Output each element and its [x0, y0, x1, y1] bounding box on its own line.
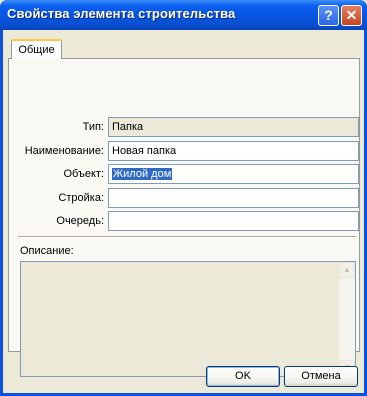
tab-general[interactable]: Общие — [11, 39, 62, 59]
description-textarea[interactable]: ▲ ▼ — [20, 261, 356, 377]
help-button[interactable]: ? — [318, 5, 339, 26]
type-label: Тип: — [82, 121, 104, 133]
construction-input[interactable] — [108, 188, 359, 208]
queue-input[interactable] — [108, 211, 359, 231]
help-icon: ? — [324, 7, 333, 23]
cancel-button[interactable]: Отмена — [284, 366, 358, 387]
tab-panel-general: Тип: Папка Наименование: Новая папка Объ… — [8, 58, 360, 377]
description-label: Описание: — [20, 245, 74, 257]
close-button[interactable]: ✕ — [341, 5, 362, 26]
object-value: Жилой дом — [112, 168, 173, 180]
object-input[interactable]: Жилой дом — [108, 164, 359, 184]
title-bar[interactable]: Свойства элемента строительства ? ✕ — [0, 0, 367, 30]
scroll-up-icon[interactable]: ▲ — [339, 262, 355, 278]
description-scrollbar[interactable]: ▲ ▼ — [339, 262, 355, 376]
construction-label: Стройка: — [58, 192, 104, 204]
dialog-window: Свойства элемента строительства ? ✕ Общи… — [0, 0, 367, 396]
name-value: Новая папка — [112, 145, 177, 157]
type-value: Папка — [112, 121, 144, 133]
close-icon: ✕ — [345, 7, 358, 23]
dialog-client-area: Общие Тип: Папка Наименование: Новая пап… — [3, 30, 364, 393]
queue-label: Очередь: — [56, 215, 104, 227]
name-input[interactable]: Новая папка — [108, 141, 359, 161]
separator — [18, 236, 356, 238]
ok-button[interactable]: OK — [206, 366, 280, 387]
name-label: Наименование: — [24, 145, 104, 157]
window-title: Свойства элемента строительства — [7, 6, 236, 21]
object-label: Объект: — [63, 168, 104, 180]
tab-general-label: Общие — [18, 44, 55, 56]
type-field: Папка — [108, 117, 359, 137]
